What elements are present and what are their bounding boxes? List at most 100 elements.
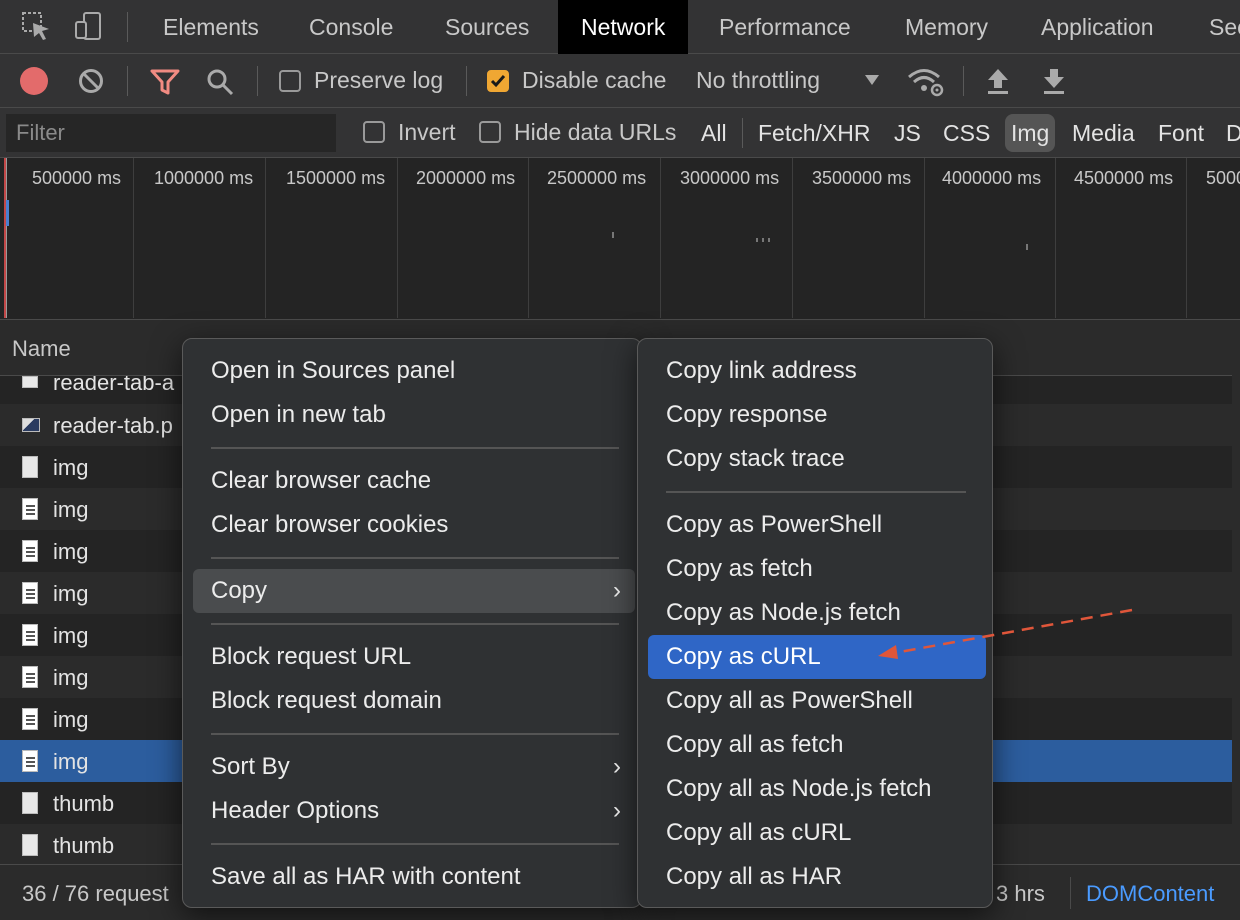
tab-application[interactable]: Application bbox=[1041, 0, 1154, 54]
overview-gridline bbox=[792, 158, 793, 318]
record-button[interactable] bbox=[20, 67, 48, 95]
finish-time: 3 hrs bbox=[996, 881, 1045, 906]
menu-item-copy-stack-trace[interactable]: Copy stack trace bbox=[648, 437, 986, 481]
overview-gridline bbox=[397, 158, 398, 318]
menu-separator bbox=[211, 447, 619, 449]
search-icon[interactable] bbox=[205, 67, 235, 102]
menu-item-sort-by[interactable]: Sort By › bbox=[193, 745, 635, 789]
devtools-tab-bar: Elements Console Sources Network Perform… bbox=[0, 0, 1240, 54]
filter-type-all[interactable]: All bbox=[695, 114, 733, 152]
overview-gridline bbox=[924, 158, 925, 318]
menu-separator bbox=[666, 491, 966, 493]
menu-item-save-all-as-har[interactable]: Save all as HAR with content bbox=[193, 855, 635, 899]
request-name: img bbox=[53, 707, 89, 732]
request-name: img bbox=[53, 455, 89, 480]
tab-performance[interactable]: Performance bbox=[719, 0, 851, 54]
overview-gridline bbox=[133, 158, 134, 318]
file-icon bbox=[22, 792, 38, 814]
checkmark-icon bbox=[490, 75, 506, 88]
menu-item-copy-as-fetch[interactable]: Copy as fetch bbox=[648, 547, 986, 591]
image-icon bbox=[22, 708, 38, 730]
column-header-name[interactable]: Name bbox=[12, 336, 71, 362]
throttling-select[interactable]: No throttling bbox=[696, 67, 820, 94]
hide-data-urls-checkbox[interactable] bbox=[479, 121, 501, 143]
overview-tick-label: 3500000 ms bbox=[812, 168, 912, 188]
network-conditions-icon[interactable] bbox=[906, 66, 946, 103]
menu-separator bbox=[211, 623, 619, 625]
tab-elements[interactable]: Elements bbox=[163, 0, 259, 54]
download-icon[interactable] bbox=[1042, 67, 1066, 100]
filter-type-font[interactable]: Font bbox=[1152, 114, 1210, 152]
annotation-arrow-icon bbox=[878, 608, 1133, 659]
disable-cache-checkbox[interactable] bbox=[487, 70, 509, 92]
device-toolbar-icon[interactable] bbox=[72, 10, 106, 44]
tab-memory[interactable]: Memory bbox=[905, 0, 988, 54]
timeline-overview[interactable]: 500000 ms 1000000 ms 1500000 ms 2000000 … bbox=[0, 158, 1240, 320]
file-icon bbox=[22, 376, 38, 388]
menu-item-header-options[interactable]: Header Options › bbox=[193, 789, 635, 833]
tab-network[interactable]: Network bbox=[558, 0, 689, 54]
preserve-log-label: Preserve log bbox=[314, 67, 444, 93]
overview-tick-label: 4500000 ms bbox=[1074, 168, 1174, 188]
image-icon bbox=[22, 540, 38, 562]
vertical-scrollbar[interactable] bbox=[1232, 320, 1240, 864]
tab-sources[interactable]: Sources bbox=[445, 0, 529, 54]
invert-checkbox[interactable] bbox=[363, 121, 385, 143]
filter-input[interactable] bbox=[6, 114, 336, 152]
menu-item-copy-as-powershell[interactable]: Copy as PowerShell bbox=[648, 503, 986, 547]
menu-item-open-in-new-tab[interactable]: Open in new tab bbox=[193, 393, 635, 437]
menu-item-clear-browser-cache[interactable]: Clear browser cache bbox=[193, 459, 635, 503]
filter-separator bbox=[742, 118, 743, 148]
inspect-element-icon[interactable] bbox=[20, 10, 54, 44]
menu-item-block-request-domain[interactable]: Block request domain bbox=[193, 679, 635, 723]
image-icon bbox=[22, 624, 38, 646]
overview-gridline bbox=[1055, 158, 1056, 318]
file-icon bbox=[22, 834, 38, 856]
menu-item-copy-all-as-har[interactable]: Copy all as HAR bbox=[648, 855, 986, 899]
clear-icon[interactable] bbox=[78, 68, 104, 99]
menu-item-copy-link-address[interactable]: Copy link address bbox=[648, 349, 986, 393]
menu-item-copy[interactable]: Copy › bbox=[193, 569, 635, 613]
filter-type-css[interactable]: CSS bbox=[937, 114, 996, 152]
menu-item-open-in-sources[interactable]: Open in Sources panel bbox=[193, 349, 635, 393]
upload-icon[interactable] bbox=[986, 67, 1010, 100]
preserve-log-checkbox[interactable] bbox=[279, 70, 301, 92]
overview-tick-label: 4000000 ms bbox=[942, 168, 1042, 188]
menu-item-copy-all-as-powershell[interactable]: Copy all as PowerShell bbox=[648, 679, 986, 723]
request-name: reader-tab-a bbox=[53, 376, 175, 395]
filter-type-fetch-xhr[interactable]: Fetch/XHR bbox=[752, 114, 876, 152]
overview-gridline bbox=[1186, 158, 1187, 318]
request-name: img bbox=[53, 539, 89, 564]
overview-tick-label: 3000000 ms bbox=[680, 168, 780, 188]
image-icon bbox=[22, 666, 38, 688]
filter-bar: Invert Hide data URLs All Fetch/XHR JS C… bbox=[0, 108, 1240, 158]
menu-item-copy-all-as-nodejs-fetch[interactable]: Copy all as Node.js fetch bbox=[648, 767, 986, 811]
filter-type-media[interactable]: Media bbox=[1066, 114, 1141, 152]
chevron-right-icon: › bbox=[613, 797, 621, 824]
request-name: img bbox=[53, 749, 89, 774]
file-icon bbox=[22, 456, 38, 478]
toolbar-separator bbox=[257, 66, 258, 96]
image-icon bbox=[22, 582, 38, 604]
image-icon bbox=[22, 750, 38, 772]
overview-request-bar bbox=[612, 232, 614, 238]
menu-item-block-request-url[interactable]: Block request URL bbox=[193, 635, 635, 679]
overview-tick-label: 2000000 ms bbox=[416, 168, 516, 188]
menu-item-copy-all-as-fetch[interactable]: Copy all as fetch bbox=[648, 723, 986, 767]
tab-console[interactable]: Console bbox=[309, 0, 393, 54]
toolbar-separator bbox=[466, 66, 467, 96]
hide-data-urls-label: Hide data URLs bbox=[514, 119, 677, 145]
filter-icon[interactable] bbox=[150, 68, 180, 101]
tab-security[interactable]: Sec bbox=[1209, 0, 1240, 54]
menu-item-clear-browser-cookies[interactable]: Clear browser cookies bbox=[193, 503, 635, 547]
tab-separator bbox=[127, 12, 128, 42]
filter-type-doc[interactable]: D bbox=[1220, 114, 1240, 152]
request-name: img bbox=[53, 665, 89, 690]
overview-gridline bbox=[660, 158, 661, 318]
filter-type-js[interactable]: JS bbox=[888, 114, 927, 152]
menu-item-copy-all-as-curl[interactable]: Copy all as cURL bbox=[648, 811, 986, 855]
filter-type-img[interactable]: Img bbox=[1005, 114, 1056, 152]
chevron-down-icon[interactable] bbox=[864, 73, 880, 92]
disable-cache-label: Disable cache bbox=[522, 67, 667, 93]
menu-item-copy-response[interactable]: Copy response bbox=[648, 393, 986, 437]
